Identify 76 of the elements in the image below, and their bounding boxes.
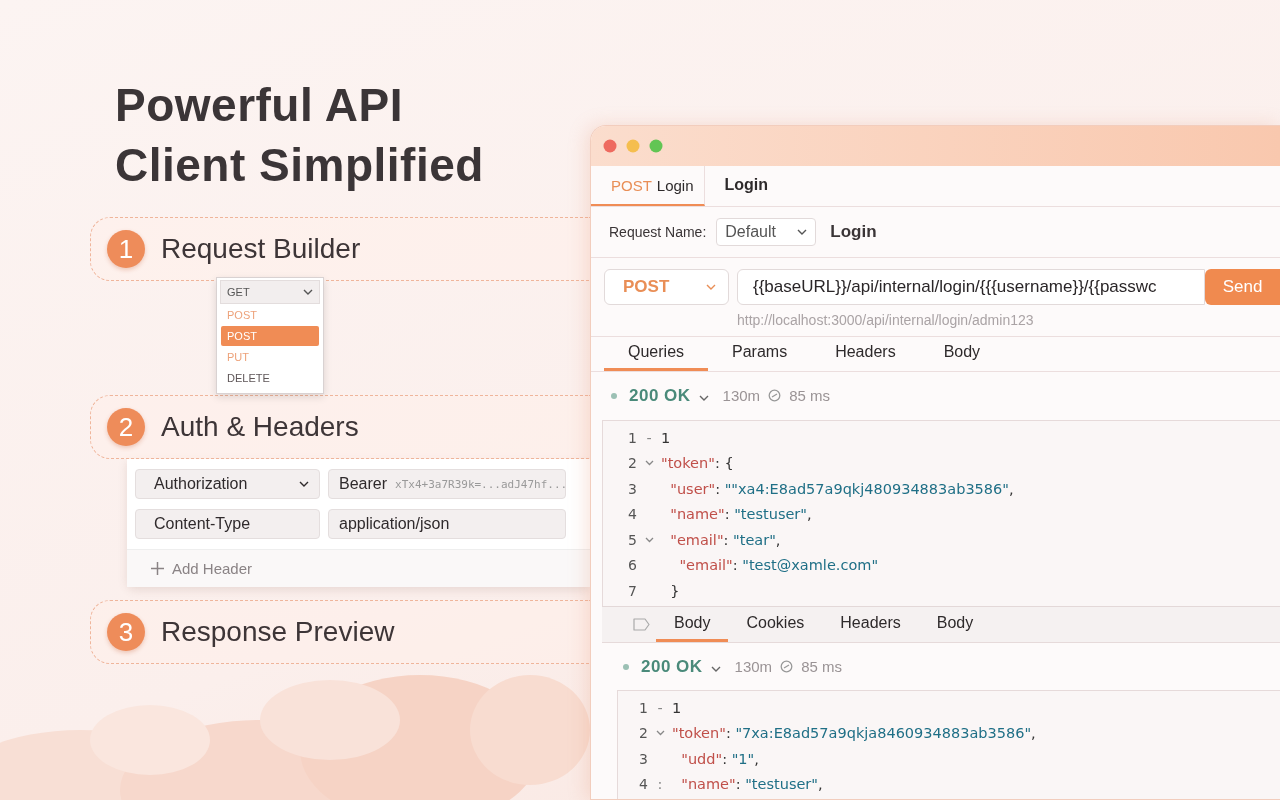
step-number: 3 bbox=[107, 613, 145, 651]
method-select[interactable]: GET bbox=[220, 280, 320, 304]
response-tab[interactable]: Headers bbox=[822, 606, 919, 643]
line-number: 4 bbox=[638, 776, 648, 793]
step-title: Request Builder bbox=[161, 233, 361, 265]
menu-item[interactable]: DELETE bbox=[221, 368, 319, 388]
header-name-field[interactable]: Content-Type bbox=[135, 509, 320, 539]
header-name-field[interactable]: Authorization bbox=[135, 469, 320, 499]
line-number: 3 bbox=[627, 480, 637, 497]
header-value-field[interactable]: application/json bbox=[328, 509, 566, 539]
code-line: "user": ""xa4:E8ad57a9qkj480934883ab3586", bbox=[669, 480, 1014, 497]
step-number: 2 bbox=[107, 408, 145, 446]
code-line: 1 bbox=[672, 699, 682, 716]
code-line: "name": "testuser", bbox=[680, 776, 823, 793]
code-line: } bbox=[669, 582, 680, 599]
code-line: 1 bbox=[661, 429, 671, 446]
status-code: 200 OK bbox=[641, 656, 703, 677]
fold-icon[interactable] bbox=[644, 460, 654, 467]
gutter-mark: : bbox=[657, 776, 663, 793]
request-tab[interactable]: Login bbox=[704, 166, 779, 207]
headline: Powerful API Client Simplified bbox=[115, 78, 485, 193]
window-controls-drawing[interactable] bbox=[603, 139, 663, 153]
header-value-field[interactable]: Bearer xTx4+3a7R39k=...adJ47hf... bbox=[328, 469, 566, 499]
request-name: Login bbox=[830, 221, 877, 242]
request-tab[interactable]: POST Login bbox=[591, 166, 705, 207]
fold-icon[interactable] bbox=[644, 536, 654, 543]
add-header-button[interactable]: Add Header bbox=[127, 549, 590, 587]
line-number: 2 bbox=[627, 455, 637, 472]
gutter-mark: - bbox=[657, 699, 663, 716]
environment-select[interactable]: Default bbox=[716, 217, 817, 246]
chevron-icon bbox=[303, 289, 313, 295]
response-size: 130m bbox=[722, 387, 761, 405]
resolved-url: http://localhost:3000/api/internal/login/admin123 bbox=[737, 311, 1035, 328]
line-number: 1 bbox=[627, 429, 637, 446]
code-line: "token": { bbox=[661, 455, 734, 472]
chevron-icon bbox=[710, 666, 721, 673]
line-number: 4 bbox=[627, 506, 637, 523]
timer-icon bbox=[768, 389, 782, 403]
section-tab[interactable]: Body bbox=[919, 336, 1005, 371]
chevron-icon bbox=[698, 395, 709, 402]
line-number: 5 bbox=[627, 531, 637, 548]
url-field[interactable]: {{baseURL}}/api/internal/login/{{{username}}/{{passwc bbox=[737, 268, 1205, 305]
response-tab[interactable]: Cookies bbox=[728, 606, 823, 643]
response-tab[interactable]: Body bbox=[656, 606, 729, 643]
section-tab[interactable]: Params bbox=[708, 336, 812, 371]
response-time: 85 ms bbox=[801, 658, 842, 676]
code-line: "token": "7xa:E8ad57a9qkja8460934883ab3586", bbox=[672, 725, 1036, 742]
step-title: Response Preview bbox=[161, 616, 395, 648]
tag-icon bbox=[632, 617, 650, 631]
status-dot bbox=[611, 392, 617, 399]
code-line: "udd": "1", bbox=[680, 750, 759, 767]
section-tab[interactable]: Headers bbox=[811, 336, 920, 371]
line-number: 6 bbox=[627, 557, 637, 574]
fold-icon[interactable] bbox=[655, 730, 665, 737]
line-number: 7 bbox=[627, 582, 637, 599]
plus-icon bbox=[151, 562, 164, 575]
field-label: Request Name: bbox=[609, 223, 707, 240]
line-number: 2 bbox=[638, 725, 648, 742]
step-title: Auth & Headers bbox=[161, 411, 359, 443]
status-code: 200 OK bbox=[629, 385, 691, 406]
step-number: 1 bbox=[107, 230, 145, 268]
response-tab[interactable]: Body bbox=[918, 606, 992, 643]
section-tab[interactable]: Queries bbox=[604, 336, 709, 371]
status-dot bbox=[623, 663, 629, 670]
line-number: 3 bbox=[638, 750, 648, 767]
timer-icon bbox=[780, 660, 794, 674]
chevron-icon bbox=[706, 283, 716, 290]
code-line: "name": "testuser", bbox=[669, 506, 812, 523]
line-number: 1 bbox=[638, 699, 648, 716]
chevron-icon bbox=[797, 228, 808, 235]
chevron-icon bbox=[299, 481, 309, 487]
response-time: 85 ms bbox=[789, 387, 830, 405]
code-line: "email": "tear", bbox=[669, 531, 781, 548]
response-size: 130m bbox=[734, 658, 773, 676]
code-line: "email": "test@xamle.com" bbox=[678, 557, 879, 574]
gutter-mark: - bbox=[646, 429, 652, 446]
